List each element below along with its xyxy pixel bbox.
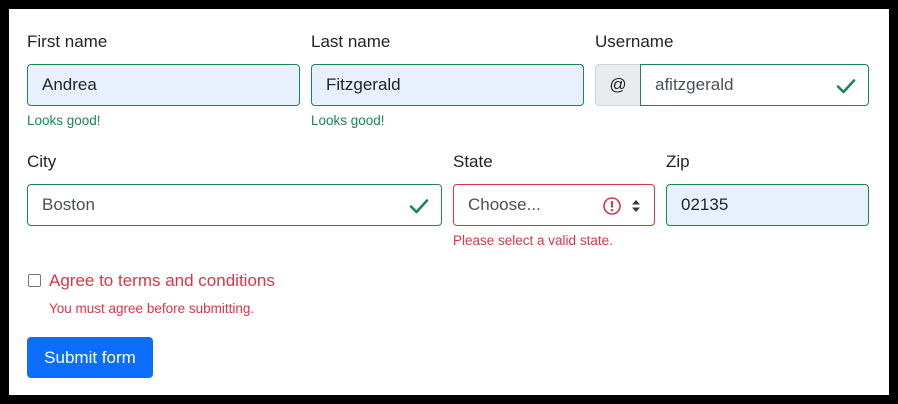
username-prefix: @ [595, 64, 640, 106]
last-name-value: Fitzgerald [326, 75, 401, 94]
select-caret-icon [632, 200, 640, 212]
form-container: First name Andrea Looks good! Last name … [9, 9, 889, 395]
city-label: City [27, 152, 57, 171]
last-name-input[interactable]: Fitzgerald [311, 64, 584, 106]
last-name-feedback: Looks good! [311, 113, 385, 128]
terms-checkbox[interactable] [28, 274, 41, 287]
check-icon [836, 79, 856, 94]
state-select[interactable]: Choose... [453, 184, 655, 226]
terms-feedback: You must agree before submitting. [49, 301, 255, 316]
state-label: State [453, 152, 493, 171]
username-value: afitzgerald [655, 75, 734, 94]
city-input[interactable]: Boston [27, 184, 442, 226]
check-icon [409, 199, 429, 214]
zip-value: 02135 [681, 195, 729, 214]
last-name-label: Last name [311, 32, 391, 51]
first-name-input[interactable]: Andrea [27, 64, 300, 106]
state-selected-value: Choose... [468, 195, 541, 214]
terms-label[interactable]: Agree to terms and conditions [49, 271, 275, 291]
first-name-value: Andrea [42, 75, 97, 94]
submit-button[interactable]: Submit form [27, 337, 153, 378]
zip-input[interactable]: 02135 [666, 184, 869, 226]
error-circle-icon [603, 197, 621, 215]
first-name-feedback: Looks good! [27, 113, 101, 128]
username-label: Username [595, 32, 674, 51]
zip-label: Zip [666, 152, 690, 171]
state-feedback: Please select a valid state. [453, 233, 613, 248]
first-name-label: First name [27, 32, 108, 51]
city-value: Boston [42, 195, 95, 214]
username-input[interactable]: afitzgerald [640, 64, 869, 106]
